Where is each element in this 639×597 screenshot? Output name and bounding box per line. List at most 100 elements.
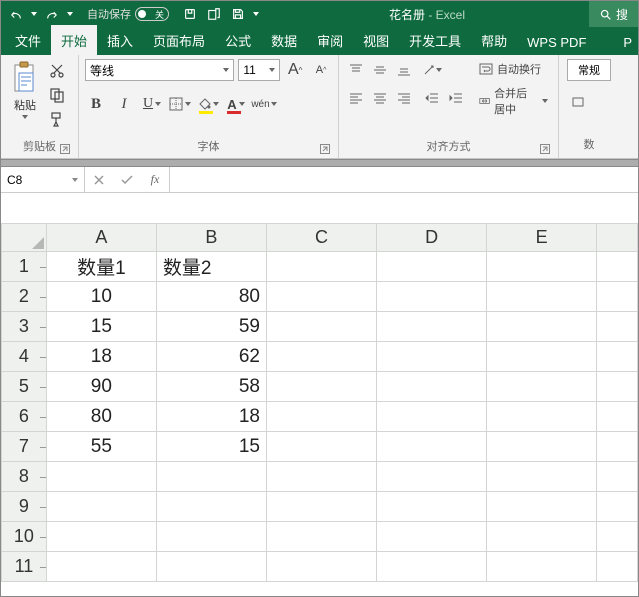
cell[interactable] bbox=[156, 492, 266, 522]
increase-font-button[interactable]: A^ bbox=[284, 59, 306, 81]
cell[interactable]: 数量1 bbox=[46, 252, 156, 282]
tab-p[interactable]: P bbox=[613, 29, 638, 55]
row-header[interactable]: 3 bbox=[2, 312, 47, 342]
cell[interactable] bbox=[266, 552, 376, 582]
cell[interactable] bbox=[46, 492, 156, 522]
cell[interactable] bbox=[266, 282, 376, 312]
cut-button[interactable] bbox=[47, 61, 67, 81]
currency-button[interactable] bbox=[567, 91, 589, 113]
cell[interactable] bbox=[377, 492, 487, 522]
fill-color-button[interactable] bbox=[197, 93, 219, 115]
cell[interactable] bbox=[377, 552, 487, 582]
save-button[interactable] bbox=[229, 5, 247, 23]
cell[interactable] bbox=[597, 372, 638, 402]
cell[interactable] bbox=[487, 492, 597, 522]
cell[interactable] bbox=[266, 492, 376, 522]
cell[interactable] bbox=[597, 342, 638, 372]
cell[interactable]: 15 bbox=[46, 312, 156, 342]
copy-button[interactable] bbox=[47, 85, 67, 105]
row-header[interactable]: 6 bbox=[2, 402, 47, 432]
cell[interactable] bbox=[487, 462, 597, 492]
row-header[interactable]: 5 bbox=[2, 372, 47, 402]
cell[interactable] bbox=[266, 312, 376, 342]
cell[interactable] bbox=[377, 282, 487, 312]
tab-formulas[interactable]: 公式 bbox=[215, 25, 261, 55]
cell[interactable] bbox=[597, 282, 638, 312]
font-size-select[interactable]: 11 bbox=[238, 59, 280, 81]
cell[interactable]: 18 bbox=[156, 402, 266, 432]
cell[interactable] bbox=[597, 312, 638, 342]
decrease-indent-button[interactable] bbox=[421, 87, 443, 109]
toggle-switch-icon[interactable]: 关 bbox=[135, 7, 169, 21]
phonetic-button[interactable]: wén bbox=[253, 93, 275, 115]
cell[interactable]: 80 bbox=[156, 282, 266, 312]
cell[interactable] bbox=[156, 462, 266, 492]
cell[interactable] bbox=[377, 462, 487, 492]
cell[interactable] bbox=[597, 432, 638, 462]
italic-button[interactable]: I bbox=[113, 93, 135, 115]
qat-customize-icon[interactable] bbox=[253, 12, 259, 16]
dialog-launcher-icon[interactable] bbox=[60, 144, 70, 154]
insert-function-button[interactable]: fx bbox=[141, 172, 169, 187]
align-top-button[interactable] bbox=[345, 59, 367, 81]
cell[interactable]: 58 bbox=[156, 372, 266, 402]
cell[interactable] bbox=[377, 312, 487, 342]
align-bottom-button[interactable] bbox=[393, 59, 415, 81]
tab-review[interactable]: 审阅 bbox=[307, 25, 353, 55]
column-header[interactable] bbox=[597, 224, 638, 252]
cell[interactable] bbox=[266, 522, 376, 552]
tab-help[interactable]: 帮助 bbox=[471, 25, 517, 55]
cell[interactable] bbox=[597, 492, 638, 522]
align-left-button[interactable] bbox=[345, 87, 367, 109]
align-center-button[interactable] bbox=[369, 87, 391, 109]
cell[interactable] bbox=[266, 342, 376, 372]
cell[interactable]: 90 bbox=[46, 372, 156, 402]
cell[interactable] bbox=[487, 432, 597, 462]
cell[interactable]: 59 bbox=[156, 312, 266, 342]
cell[interactable] bbox=[377, 402, 487, 432]
cell[interactable] bbox=[487, 252, 597, 282]
paste-button[interactable]: 粘贴 bbox=[7, 59, 43, 121]
qat-button-1[interactable] bbox=[181, 5, 199, 23]
tab-view[interactable]: 视图 bbox=[353, 25, 399, 55]
spreadsheet-grid[interactable]: A B C D E 1数量1数量221080315594186259058680… bbox=[1, 193, 638, 582]
cell[interactable]: 62 bbox=[156, 342, 266, 372]
cell[interactable] bbox=[487, 552, 597, 582]
cell[interactable] bbox=[266, 402, 376, 432]
font-family-select[interactable]: 等线 bbox=[85, 59, 234, 81]
tab-data[interactable]: 数据 bbox=[261, 25, 307, 55]
redo-button[interactable] bbox=[43, 5, 61, 23]
bold-button[interactable]: B bbox=[85, 93, 107, 115]
autosave-toggle[interactable]: 自动保存 关 bbox=[87, 6, 169, 22]
cell[interactable] bbox=[597, 522, 638, 552]
orientation-button[interactable] bbox=[421, 59, 443, 81]
tab-dev-tools[interactable]: 开发工具 bbox=[399, 25, 471, 55]
column-header[interactable]: E bbox=[487, 224, 597, 252]
undo-dropdown-icon[interactable] bbox=[31, 12, 37, 16]
cell[interactable] bbox=[377, 252, 487, 282]
cell[interactable] bbox=[266, 432, 376, 462]
cell[interactable] bbox=[487, 372, 597, 402]
search-button[interactable]: 搜 bbox=[589, 1, 638, 27]
cell[interactable] bbox=[597, 252, 638, 282]
redo-dropdown-icon[interactable] bbox=[67, 12, 73, 16]
cell[interactable] bbox=[156, 522, 266, 552]
column-header[interactable]: D bbox=[377, 224, 487, 252]
cell[interactable] bbox=[487, 282, 597, 312]
cell[interactable] bbox=[377, 372, 487, 402]
name-box[interactable]: C8 bbox=[1, 167, 85, 192]
column-header[interactable]: C bbox=[266, 224, 376, 252]
select-all-corner[interactable] bbox=[2, 224, 47, 252]
undo-button[interactable] bbox=[7, 5, 25, 23]
cell[interactable] bbox=[487, 342, 597, 372]
cancel-formula-button[interactable] bbox=[85, 174, 113, 186]
row-header[interactable]: 7 bbox=[2, 432, 47, 462]
cell[interactable] bbox=[156, 552, 266, 582]
tab-home[interactable]: 开始 bbox=[51, 25, 97, 55]
cell[interactable] bbox=[266, 372, 376, 402]
row-header[interactable]: 4 bbox=[2, 342, 47, 372]
row-header[interactable]: 2 bbox=[2, 282, 47, 312]
underline-button[interactable]: U bbox=[141, 93, 163, 115]
merge-center-button[interactable]: 合并后居中 bbox=[475, 83, 552, 119]
cell[interactable]: 55 bbox=[46, 432, 156, 462]
